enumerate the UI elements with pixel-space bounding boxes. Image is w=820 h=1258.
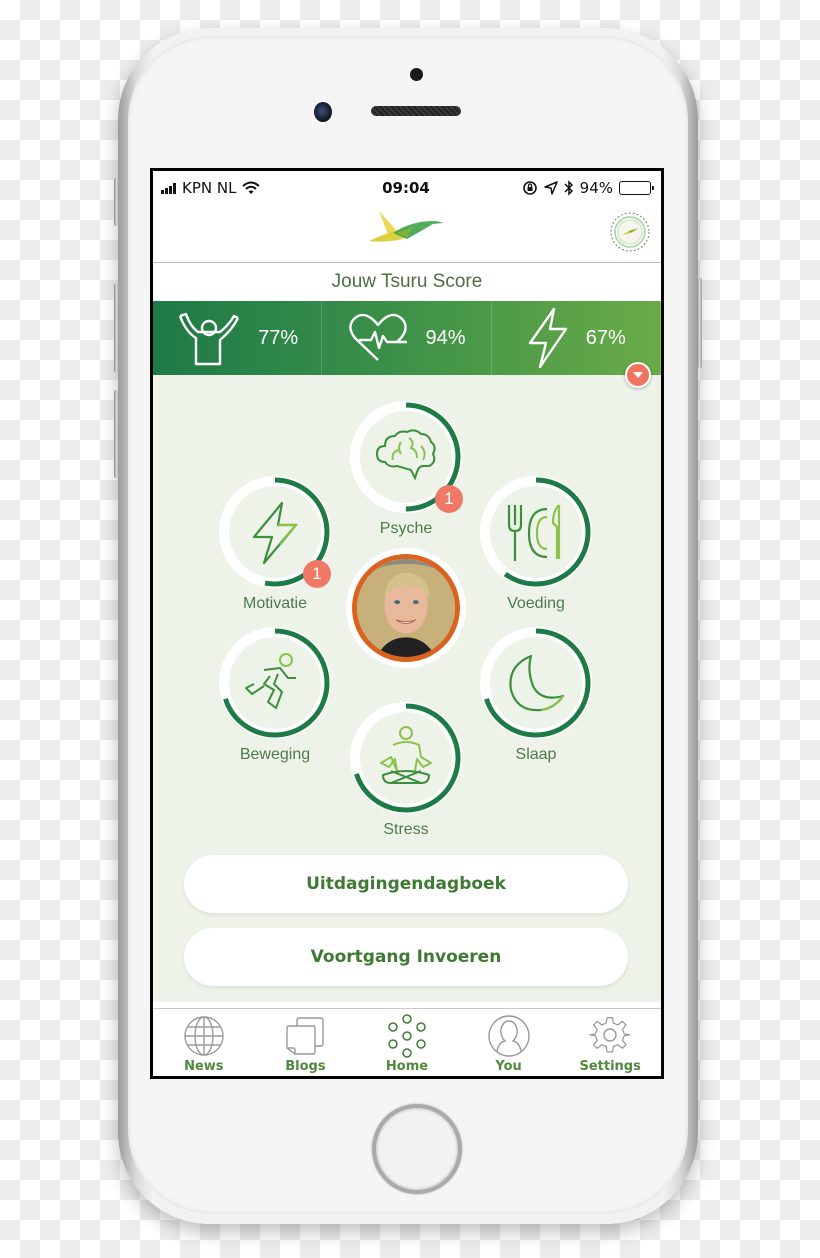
volume-down-button — [114, 390, 119, 478]
score-cell-health[interactable]: 94% — [322, 301, 492, 375]
dots-flower-icon — [388, 1014, 426, 1058]
category-beweging[interactable] — [215, 623, 335, 743]
category-voeding[interactable] — [476, 472, 596, 592]
score-expand-button[interactable] — [625, 362, 651, 388]
category-label: Psyche — [379, 520, 433, 537]
lightning-icon — [528, 307, 567, 369]
running-person-icon — [245, 653, 296, 709]
profile-photo — [357, 559, 455, 657]
score-band: 77% 94% 67% — [153, 301, 661, 388]
app-header — [153, 205, 661, 263]
gear-icon — [589, 1017, 631, 1053]
category-slaap[interactable] — [476, 623, 596, 743]
tab-label: You — [495, 1059, 522, 1074]
carrier-name: KPN NL — [182, 179, 237, 197]
category-label: Voeding — [507, 595, 565, 612]
globe-icon — [184, 1016, 224, 1056]
score-value: 94% — [425, 326, 466, 349]
home-button[interactable] — [372, 1104, 462, 1194]
phone-screen: KPN NL 09:04 94% Jouw Tsuru Score 77% 94… — [150, 168, 664, 1079]
user-avatar[interactable] — [346, 548, 466, 668]
tab-home[interactable]: Home — [356, 1009, 458, 1076]
earpiece-speaker — [371, 106, 461, 116]
battery-icon — [619, 181, 654, 195]
tab-label: Blogs — [285, 1059, 326, 1074]
app-screen: KPN NL 09:04 94% Jouw Tsuru Score 77% 94… — [153, 171, 661, 1076]
tab-label: News — [184, 1059, 224, 1074]
achievement-badge-button[interactable] — [609, 211, 651, 253]
bluetooth-icon — [564, 180, 573, 196]
signal-strength-icon — [161, 182, 176, 194]
mute-switch — [114, 178, 119, 226]
fork-plate-knife-icon — [507, 504, 561, 561]
clock: 09:04 — [382, 179, 430, 197]
location-arrow-icon — [543, 181, 558, 195]
status-bar: KPN NL 09:04 94% — [153, 171, 661, 205]
tab-bar: News Blogs Home You Settings — [153, 1008, 661, 1076]
pages-icon — [286, 1017, 325, 1055]
moon-icon — [509, 654, 565, 712]
category-label: Motivatie — [242, 595, 308, 612]
challenge-diary-button[interactable]: Uitdagingendagboek — [184, 855, 628, 913]
power-button — [697, 278, 702, 368]
brain-icon — [375, 429, 436, 481]
enter-progress-button[interactable]: Voortgang Invoeren — [184, 928, 628, 986]
score-value: 77% — [258, 326, 299, 349]
tab-label: Home — [385, 1059, 429, 1074]
achievement-badge-icon — [610, 212, 650, 252]
meditation-icon — [380, 726, 432, 784]
battery-percent: 94% — [579, 179, 613, 197]
rotation-lock-icon — [522, 181, 537, 195]
tab-you[interactable]: You — [458, 1009, 560, 1076]
proximity-sensor — [410, 68, 423, 81]
avatar-photo — [352, 554, 460, 662]
lightning-icon — [252, 501, 299, 565]
category-label: Slaap — [515, 746, 557, 763]
category-label: Beweging — [239, 746, 311, 763]
category-stress[interactable] — [346, 698, 466, 818]
score-value: 67% — [585, 326, 626, 349]
notification-badge: 1 — [303, 560, 331, 588]
tab-settings[interactable]: Settings — [559, 1009, 661, 1076]
category-label: Stress — [383, 821, 429, 838]
score-cell-wellbeing[interactable]: 77% — [153, 301, 323, 375]
wifi-icon — [242, 181, 261, 194]
tab-blogs[interactable]: Blogs — [255, 1009, 357, 1076]
volume-up-button — [114, 284, 119, 372]
tsuru-bird-logo — [369, 211, 443, 242]
notification-badge: 1 — [435, 485, 463, 513]
front-camera — [314, 102, 332, 122]
tab-news[interactable]: News — [153, 1009, 255, 1076]
cheering-person-icon — [179, 312, 240, 366]
heartbeat-icon — [349, 313, 408, 361]
chevron-down-icon — [633, 372, 643, 378]
user-silhouette-icon — [487, 1015, 530, 1057]
category-wheel: 1 Psyche 1 Motivatie Voeding Beweging Sl… — [153, 375, 661, 1002]
tab-label: Settings — [579, 1059, 641, 1074]
score-title: Jouw Tsuru Score — [331, 271, 483, 292]
